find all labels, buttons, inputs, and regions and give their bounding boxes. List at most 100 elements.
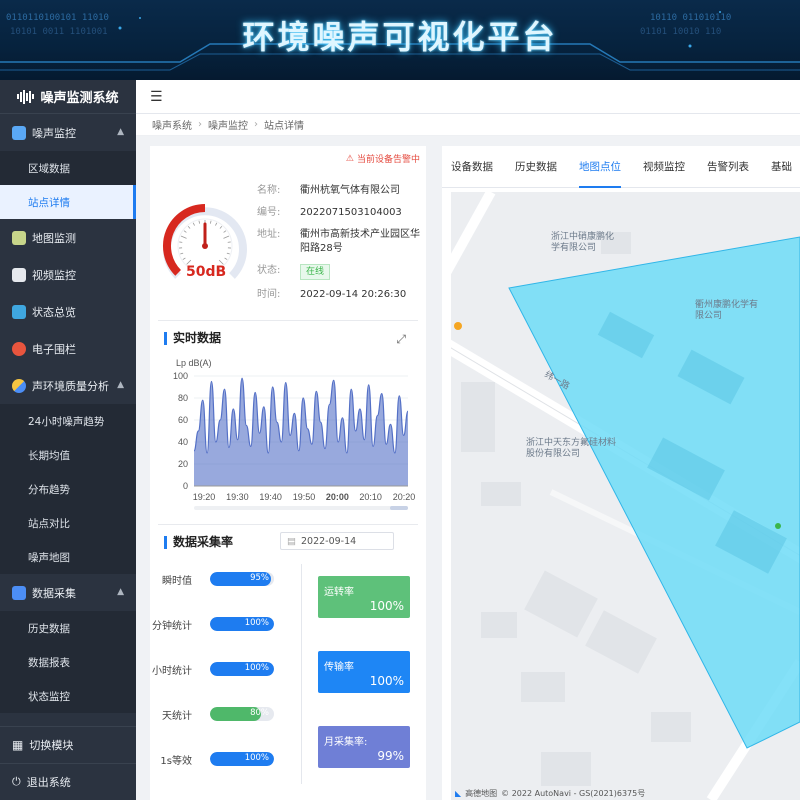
sound-wave-icon (17, 89, 35, 104)
chevron-up-icon: ▲ (117, 587, 124, 597)
breadcrumb-separator-icon: › (254, 119, 258, 130)
tab-3[interactable]: 视频监控 (643, 146, 685, 188)
sidebar-group-video[interactable]: 视频监控 (0, 256, 136, 293)
x-tick-label: 19:50 (293, 492, 316, 502)
map-attribution: ◣ 高德地图 © 2022 AutoNavi - GS(2021)6375号 (451, 786, 800, 800)
rate-row: 1s等效 100% (150, 750, 300, 768)
station-panel: ⚠ 当前设备告警中 50dB 名称: 衢州杭氧气体有限公司 编号: 20220715… (150, 146, 426, 800)
sidebar-group-label: 噪声监控 (32, 126, 76, 140)
rate-label: 天统计 (162, 710, 192, 722)
breadcrumb-item[interactable]: 噪声监控 (208, 117, 248, 132)
card-value: 99% (377, 749, 404, 763)
x-tick-label: 20:00 (326, 492, 349, 502)
y-tick-label: 20 (178, 459, 188, 469)
rate-value: 100% (244, 618, 269, 628)
y-axis-label: Lp dB(A) (176, 358, 212, 368)
camera-icon (12, 267, 26, 282)
rate-value: 95% (250, 573, 269, 583)
sidebar-item-long-term-avg[interactable]: 长期均值 (0, 438, 136, 472)
switch-module-button[interactable]: ▦ 切换模块 (0, 726, 136, 763)
rate-progress-bar: 100% (210, 617, 274, 631)
sidebar-item-24h-trend[interactable]: 24小时噪声趋势 (0, 404, 136, 438)
sidebar-item-report[interactable]: 数据报表 (0, 645, 136, 679)
top-bar: ☰ (136, 80, 800, 114)
sidebar-item-station-detail[interactable]: 站点详情 (0, 185, 136, 219)
collection-title: 数据采集率 (164, 536, 233, 549)
breadcrumb: 噪声系统 › 噪声监控 › 站点详情 (136, 114, 800, 136)
alarm-text: 当前设备告警中 (356, 155, 420, 165)
sidebar-group-analysis[interactable]: 声环境质量分析 ▲ (0, 367, 136, 404)
map-provider: 高德地图 (465, 788, 498, 798)
map-poi[interactable]: 浙江中天东方氟硅材料股份有限公司 (526, 438, 616, 460)
station-time: 2022-09-14 20:26:30 (300, 289, 407, 300)
zoom-slider-track (194, 506, 408, 510)
rate-row: 天统计 80% (150, 705, 300, 723)
sidebar-group-label: 状态总览 (32, 305, 76, 319)
chevron-up-icon: ▲ (117, 127, 124, 137)
menu-toggle-icon[interactable]: ☰ (150, 89, 163, 105)
rate-row: 瞬时值 95% (150, 570, 300, 588)
cube-icon (12, 304, 26, 319)
y-tick-label: 80 (178, 393, 188, 403)
y-tick-label: 100 (173, 371, 188, 381)
realtime-chart: Lp dB(A) 0 20 40 60 80 100 19:20 19:30 19:40 19:50… (173, 358, 415, 510)
breadcrumb-item[interactable]: 噪声系统 (152, 117, 192, 132)
map-icon (12, 230, 26, 245)
tab-bar: 设备数据 历史数据 地图点位 视频监控 告警列表 基础 (442, 146, 800, 188)
rate-label: 小时统计 (152, 665, 192, 677)
rate-value: 100% (244, 753, 269, 763)
date-picker[interactable]: ▤ 2022-09-14 (280, 532, 394, 550)
breadcrumb-item: 站点详情 (264, 121, 304, 132)
info-label: 时间: (257, 289, 281, 300)
sidebar-item-area-data[interactable]: 区域数据 (0, 151, 136, 185)
rate-value: 100% (244, 663, 269, 673)
sidebar-group-fence[interactable]: 电子围栏 (0, 330, 136, 367)
rate-card: 传输率 100% (318, 651, 410, 693)
map-poi[interactable]: 衢州康鹏化学有限公司 (695, 300, 765, 322)
map-copyright: © 2022 AutoNavi - GS(2021)6375号 (501, 788, 646, 798)
station-info: 名称: 衢州杭氧气体有限公司 编号: 2022071503104003 地址: 衢州市… (257, 184, 422, 310)
tab-1[interactable]: 历史数据 (515, 146, 557, 188)
rate-value: 80% (250, 708, 269, 718)
sidebar-group-noise-monitor[interactable]: 噪声监控 ▲ (0, 114, 136, 151)
sidebar-group-label: 电子围栏 (32, 342, 76, 356)
info-label: 地址: (257, 229, 281, 240)
sidebar-item-distribution[interactable]: 分布趋势 (0, 472, 136, 506)
sidebar-item-station-compare[interactable]: 站点对比 (0, 506, 136, 540)
x-tick-label: 19:30 (226, 492, 249, 502)
sidebar-group-map[interactable]: 地图监测 (0, 219, 136, 256)
tab-2[interactable]: 地图点位 (579, 146, 621, 188)
map-poi[interactable]: 浙江中硝康鹏化学有限公司 (551, 232, 621, 254)
rate-progress-bar: 100% (210, 662, 274, 676)
chevron-up-icon: ▲ (117, 380, 124, 390)
alarm-notice: ⚠ 当前设备告警中 (345, 152, 420, 166)
sidebar-item-status-monitor[interactable]: 状态监控 (0, 679, 136, 713)
grid-icon: ▦ (12, 738, 24, 752)
sidebar-group-data-collection[interactable]: 数据采集 ▲ (0, 574, 136, 611)
sidebar-item-history[interactable]: 历史数据 (0, 611, 136, 645)
sidebar-group-status[interactable]: 状态总览 (0, 293, 136, 330)
y-tick-label: 0 (183, 481, 188, 491)
system-logo[interactable]: 噪声监测系统 (0, 80, 136, 114)
analysis-icon (12, 378, 26, 393)
status-badge: 在线 (300, 264, 331, 280)
info-label: 编号: (257, 207, 281, 218)
map-canvas (451, 192, 800, 800)
map-view[interactable]: 浙江中硝康鹏化学有限公司 衢州康鹏化学有限公司 浙江中天东方氟硅材料股份有限公司… (451, 192, 800, 800)
noise-monitor-icon (12, 125, 26, 140)
warning-icon: ⚠ (345, 153, 354, 164)
info-label: 名称: (257, 185, 281, 196)
card-title: 传输率 (324, 662, 354, 673)
date-value: 2022-09-14 (300, 535, 357, 547)
tab-4[interactable]: 告警列表 (707, 146, 749, 188)
logout-icon: ⏻ (12, 775, 21, 788)
fullscreen-icon[interactable]: ⤢ (396, 332, 406, 347)
sidebar-bottom: ▦ 切换模块 ⏻ 退出系统 (0, 726, 136, 800)
rate-progress-bar: 80% (210, 707, 274, 721)
tab-5[interactable]: 基础 (771, 146, 792, 188)
sidebar-item-noise-map[interactable]: 噪声地图 (0, 540, 136, 574)
tab-0[interactable]: 设备数据 (451, 146, 493, 188)
logout-button[interactable]: ⏻ 退出系统 (0, 763, 136, 800)
sidebar-group-label: 视频监控 (32, 268, 76, 282)
rate-card: 月采集率: 99% (318, 726, 410, 768)
